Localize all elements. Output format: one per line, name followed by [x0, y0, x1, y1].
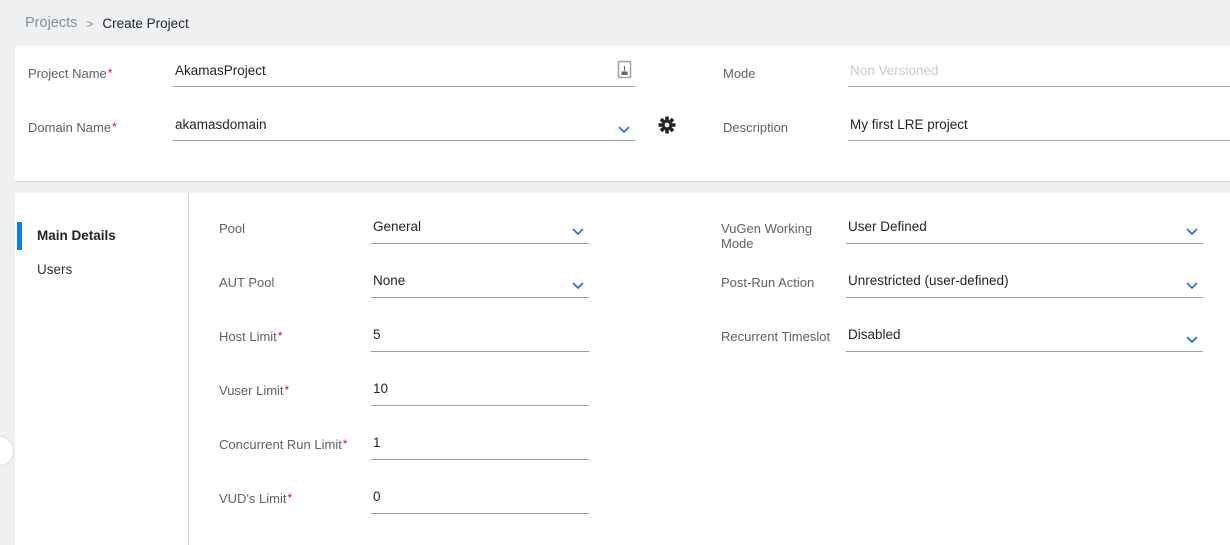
domain-name-select[interactable]: akamasdomain [173, 113, 635, 141]
required-asterisk: * [108, 66, 113, 80]
mode-label: Mode [723, 66, 848, 81]
form-row: Concurrent Run Limit* 1 [219, 431, 589, 485]
required-asterisk: * [112, 120, 117, 134]
breadcrumb: Projects > Create Project [0, 0, 1230, 46]
chevron-down-icon[interactable] [572, 224, 584, 239]
chevron-down-icon[interactable] [618, 122, 630, 137]
post-run-action-label: Post-Run Action [721, 269, 846, 290]
project-name-label: Project Name* [28, 66, 173, 81]
sidebar-item-main-details[interactable]: Main Details [15, 220, 188, 251]
pool-select[interactable]: General [371, 215, 589, 244]
recurrent-timeslot-label: Recurrent Timeslot [721, 323, 846, 344]
pool-label: Pool [219, 215, 371, 236]
description-label: Description [723, 120, 848, 135]
form-column-right: VuGen Working Mode User Defined Post-Run… [721, 215, 1203, 377]
header-row-2: Domain Name* akamasdomain [15, 100, 1230, 154]
aut-pool-select[interactable]: None [371, 269, 589, 298]
domain-name-label: Domain Name* [28, 120, 173, 135]
required-asterisk: * [343, 437, 348, 451]
description-input[interactable]: My first LRE project [848, 113, 1230, 141]
project-header-panel: Project Name* AkamasProject Mode Non Ver… [15, 46, 1230, 182]
form-row: Post-Run Action Unrestricted (user-defin… [721, 269, 1203, 323]
form-row: Vuser Limit* 10 [219, 377, 589, 431]
panel-collapse-handle[interactable] [0, 436, 14, 466]
chevron-down-icon[interactable] [1186, 278, 1198, 293]
chevron-down-icon[interactable] [1186, 332, 1198, 347]
mode-field: Non Versioned [848, 59, 1230, 87]
vuds-limit-input[interactable]: 0 [371, 485, 589, 514]
required-asterisk: * [278, 329, 283, 343]
form-column-left: Pool General AUT Pool None [219, 215, 589, 539]
post-run-action-select[interactable]: Unrestricted (user-defined) [846, 269, 1203, 298]
page-title: Create Project [102, 16, 188, 31]
concurrent-run-limit-label: Concurrent Run Limit* [219, 431, 371, 452]
chevron-down-icon[interactable] [572, 278, 584, 293]
form-row: VuGen Working Mode User Defined [721, 215, 1203, 269]
active-indicator [17, 222, 22, 250]
host-limit-label: Host Limit* [219, 323, 371, 344]
recurrent-timeslot-select[interactable]: Disabled [846, 323, 1203, 352]
concurrent-run-limit-input[interactable]: 1 [371, 431, 589, 460]
text-field-icon [617, 60, 632, 82]
host-limit-input[interactable]: 5 [371, 323, 589, 352]
form-row: AUT Pool None [219, 269, 589, 323]
main-details-form: Pool General AUT Pool None [188, 193, 1230, 545]
required-asterisk: * [285, 383, 290, 397]
aut-pool-label: AUT Pool [219, 269, 371, 290]
breadcrumb-projects-link[interactable]: Projects [25, 15, 77, 31]
details-sidebar: Main Details Users [15, 193, 188, 545]
vugen-working-mode-select[interactable]: User Defined [846, 215, 1203, 244]
settings-gear-icon[interactable] [658, 116, 676, 139]
form-row: Recurrent Timeslot Disabled [721, 323, 1203, 377]
vuser-limit-input[interactable]: 10 [371, 377, 589, 406]
form-row: VUD's Limit* 0 [219, 485, 589, 539]
form-row: Pool General [219, 215, 589, 269]
header-row-1: Project Name* AkamasProject Mode Non Ver… [15, 46, 1230, 100]
required-asterisk: * [288, 491, 293, 505]
vuser-limit-label: Vuser Limit* [219, 377, 371, 398]
vuds-limit-label: VUD's Limit* [219, 485, 371, 506]
form-row: Host Limit* 5 [219, 323, 589, 377]
sidebar-item-users[interactable]: Users [15, 254, 188, 285]
breadcrumb-separator: > [86, 16, 93, 31]
chevron-down-icon[interactable] [1186, 224, 1198, 239]
project-name-input[interactable]: AkamasProject [173, 59, 635, 87]
project-details-panel: Main Details Users Pool General A [15, 193, 1230, 545]
vugen-working-mode-label: VuGen Working Mode [721, 215, 846, 251]
